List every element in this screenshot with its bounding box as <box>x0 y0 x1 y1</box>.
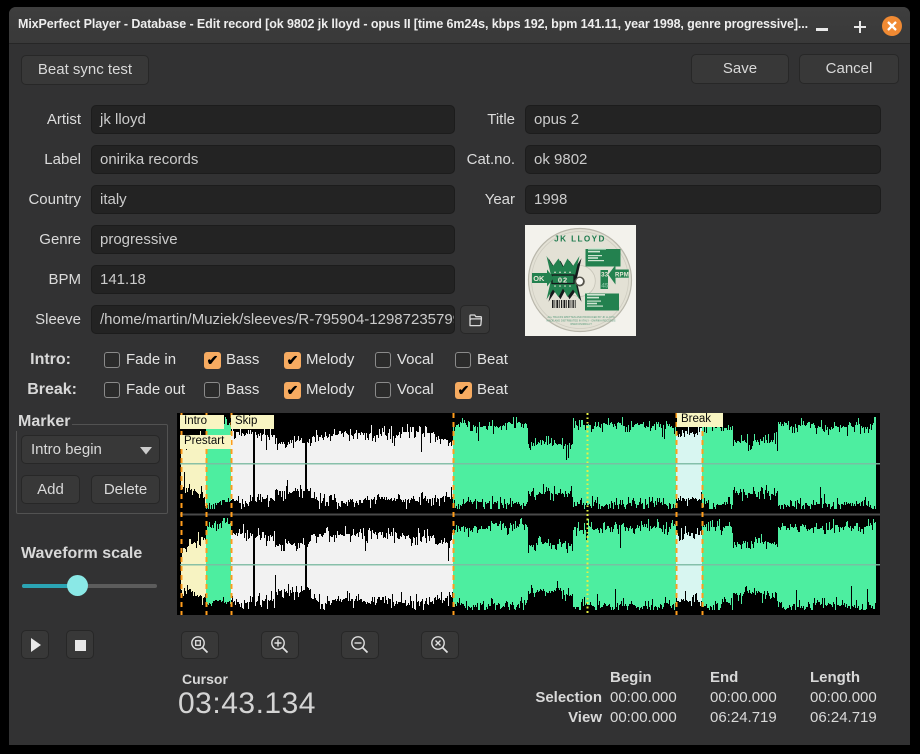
svg-text:MADE AND DISTRIBUTED IN ITALY: MADE AND DISTRIBUTED IN ITALY - ONIRIKA … <box>547 319 616 323</box>
svg-text:RPM: RPM <box>615 272 629 278</box>
svg-text:45: 45 <box>601 283 609 290</box>
svg-text:JK LLOYD: JK LLOYD <box>554 235 606 244</box>
svg-text:WWW.ONIRIKA.IT: WWW.ONIRIKA.IT <box>570 322 592 326</box>
svg-text:ALL TRACKS WRITTEN AND PRODUCE: ALL TRACKS WRITTEN AND PRODUCED BY JK LL… <box>548 315 615 319</box>
svg-text:OK: OK <box>533 274 545 283</box>
svg-text:02: 02 <box>558 275 568 284</box>
svg-text:33: 33 <box>601 272 609 279</box>
